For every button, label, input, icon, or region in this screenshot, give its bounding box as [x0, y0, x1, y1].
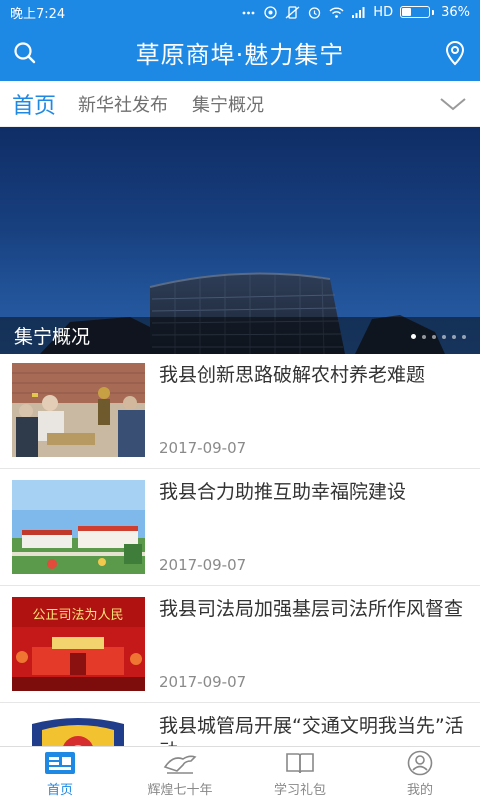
nav-glorious-seventy[interactable]: 辉煌七十年 [120, 747, 240, 800]
search-icon [14, 41, 36, 63]
bottom-navigation: 首页 辉煌七十年 学习礼包 我的 [0, 746, 480, 800]
news-date: 2017-09-07 [159, 673, 247, 691]
nav-profile-label: 我的 [406, 782, 433, 798]
location-pin-icon [445, 40, 464, 65]
news-title: 我县创新思路破解农村养老难题 [159, 364, 426, 386]
app-header: 草原商埠·魅力集宁 [0, 24, 480, 81]
home-icon [45, 751, 75, 774]
wifi-icon [329, 7, 344, 18]
thumb-banner-text: 公正司法为人民 [32, 608, 123, 623]
page-title: 草原商埠·魅力集宁 [135, 41, 345, 69]
network-label: HD [373, 4, 394, 20]
news-list: 我县创新思路破解农村养老难题 2017-09-07 我县合力助推互助幸福院建设 … [0, 352, 480, 800]
news-date: 2017-09-07 [159, 439, 247, 457]
banner-caption: 集宁概况 [0, 317, 480, 354]
chevron-down-icon[interactable] [438, 93, 468, 115]
news-thumbnail-justice: 公正司法为人民 [12, 597, 145, 691]
location-button[interactable] [442, 40, 468, 66]
carousel-dot [411, 334, 416, 339]
alarm-icon [309, 6, 321, 19]
news-item[interactable]: 公正司法为人民 我县司法局加强基层司法所作风督查 2017-09-07 [0, 586, 480, 703]
news-thumbnail-elders-chess [12, 363, 145, 457]
news-date: 2017-09-07 [159, 556, 247, 574]
nav-glorious-seventy-label: 辉煌七十年 [147, 782, 213, 798]
carousel-dot [442, 334, 446, 339]
profile-icon [407, 750, 433, 775]
carousel-dot [462, 334, 466, 339]
nav-home-label: 首页 [46, 782, 73, 798]
carousel-indicator [411, 334, 466, 339]
status-icons: HD 36% [241, 5, 470, 20]
app-screen: 晚上7:24 HD 36% 草原商埠·魅力集宁 首页 新华社发布 集宁概况 集宁… [0, 0, 480, 800]
book-icon [286, 752, 314, 773]
battery-percent: 36% [441, 4, 470, 20]
carousel-dot [432, 334, 436, 339]
nav-study-package[interactable]: 学习礼包 [240, 747, 360, 800]
carousel-dot [422, 334, 426, 339]
news-item[interactable]: 我县创新思路破解农村养老难题 2017-09-07 [0, 352, 480, 469]
tab-xinhua[interactable]: 新华社发布 [78, 91, 168, 117]
carousel-dot [452, 334, 456, 339]
banner-carousel[interactable]: 集宁概况 [0, 127, 480, 354]
hotspot-icon [264, 5, 277, 19]
nav-home[interactable]: 首页 [0, 747, 120, 800]
signal-icon [352, 6, 365, 18]
news-item[interactable]: 我县合力助推互助幸福院建设 2017-09-07 [0, 469, 480, 586]
status-bar: 晚上7:24 HD 36% [0, 0, 480, 24]
news-title: 我县合力助推互助幸福院建设 [159, 481, 407, 503]
news-thumbnail-courtyard [12, 480, 145, 574]
nav-profile[interactable]: 我的 [360, 747, 480, 800]
news-title: 我县司法局加强基层司法所作风督查 [159, 598, 464, 620]
category-tabs: 首页 新华社发布 集宁概况 [0, 81, 480, 127]
dots-icon [242, 11, 255, 14]
battery-fill [402, 8, 412, 16]
tab-home[interactable]: 首页 [12, 88, 56, 120]
battery-icon [400, 6, 435, 18]
horse-icon [163, 755, 197, 774]
search-button[interactable] [12, 40, 38, 66]
nav-study-package-label: 学习礼包 [273, 782, 326, 798]
vibrate-off-icon [285, 5, 300, 19]
status-time: 晚上7:24 [10, 6, 66, 22]
tab-jining-overview[interactable]: 集宁概况 [192, 91, 264, 117]
